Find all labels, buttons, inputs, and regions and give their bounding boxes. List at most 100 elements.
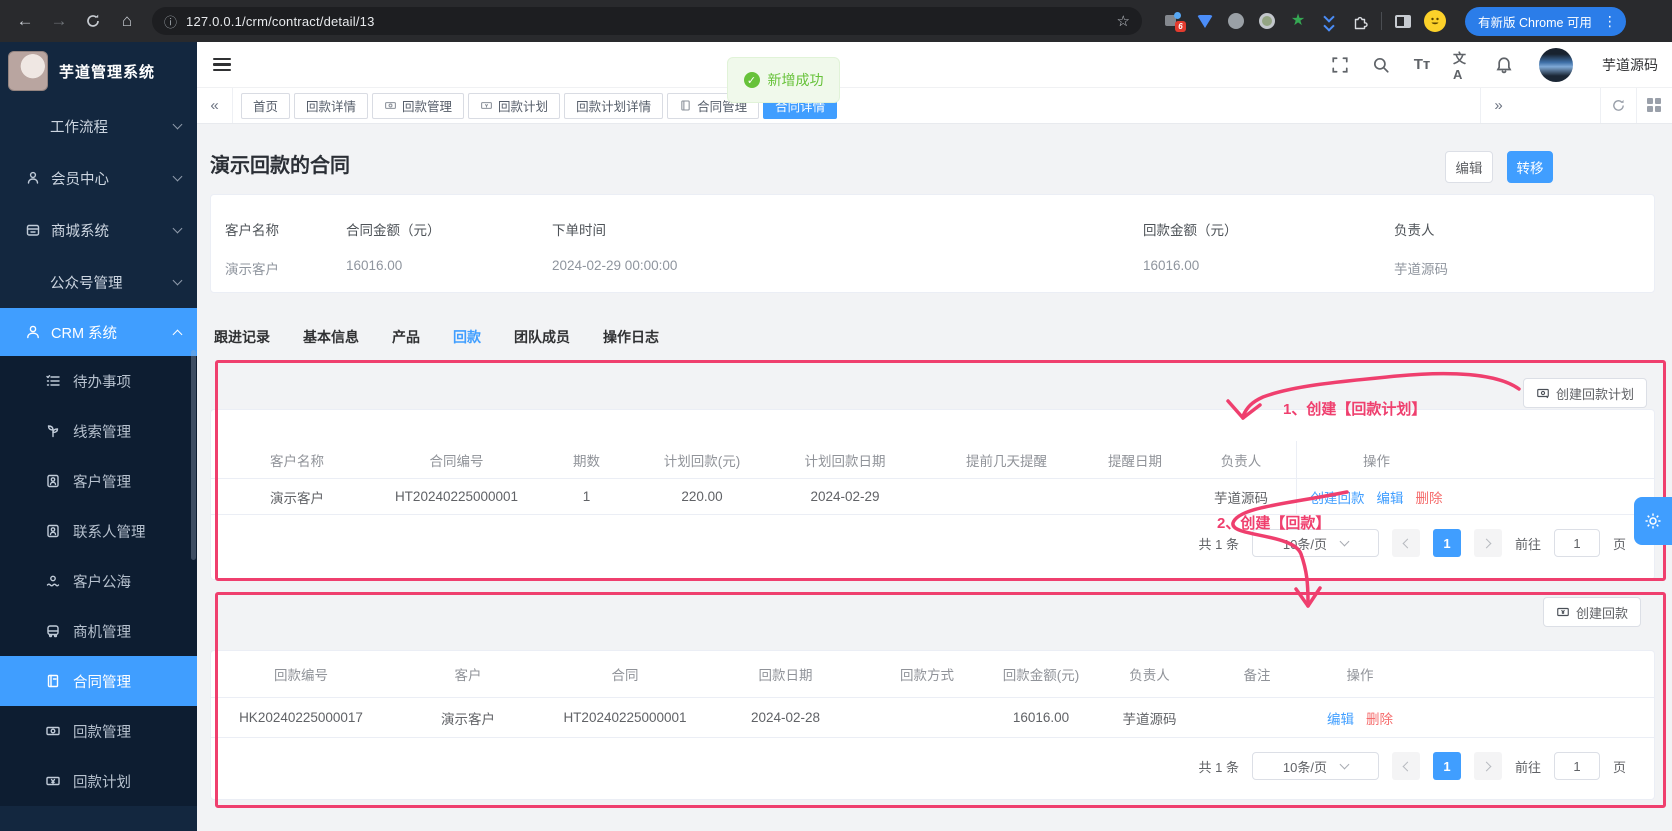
col-header-actions: 操作 <box>1309 664 1411 684</box>
search-icon[interactable] <box>1371 55 1391 75</box>
prev-page-button[interactable] <box>1392 529 1420 557</box>
chrome-update-button[interactable]: 有新版 Chrome 可用 ⋮ <box>1465 7 1626 36</box>
tab-follow-record[interactable]: 跟进记录 <box>214 327 270 353</box>
tab-receivable-plan[interactable]: 回款计划 <box>468 93 560 119</box>
browser-chrome: ← → ⌂ ⓘ 127.0.0.1/crm/contract/detail/13… <box>0 0 1672 42</box>
current-page-button[interactable]: 1 <box>1433 529 1461 557</box>
edit-link[interactable]: 编辑 <box>1327 708 1354 728</box>
sidebar-item-contract[interactable]: 合同管理 <box>0 656 197 706</box>
font-size-icon[interactable]: Tт <box>1412 55 1432 75</box>
browser-menu-icon[interactable]: ⋮ <box>1600 13 1620 30</box>
address-bar[interactable]: ⓘ 127.0.0.1/crm/contract/detail/13 ☆ <box>152 7 1142 35</box>
col-header: 回款编号 <box>211 664 391 684</box>
sidebar-item-business[interactable]: 商机管理 <box>0 606 197 656</box>
app-logo[interactable]: 芋道管理系统 <box>0 42 197 100</box>
sidebar-item-todo[interactable]: 待办事项 <box>0 356 197 406</box>
tab-product[interactable]: 产品 <box>392 327 420 353</box>
sidebar-item-crm-system[interactable]: CRM 系统 <box>0 308 197 356</box>
sidebar-item-mall-system[interactable]: 商城系统 <box>0 204 197 256</box>
delete-link[interactable]: 删除 <box>1416 487 1443 507</box>
next-page-button[interactable] <box>1474 752 1502 780</box>
extensions-puzzle-icon[interactable] <box>1350 11 1370 31</box>
col-header-actions: 操作 <box>1296 441 1456 478</box>
sidebar-item-clue[interactable]: 线索管理 <box>0 406 197 456</box>
extension-circle-icon[interactable] <box>1257 11 1277 31</box>
tab-basic-info[interactable]: 基本信息 <box>303 327 359 353</box>
language-icon[interactable]: 文A <box>1453 55 1473 75</box>
sidebar-scrollbar[interactable] <box>191 350 196 560</box>
tab-receivable-manage[interactable]: 回款管理 <box>372 93 464 119</box>
tab-receivable[interactable]: 回款 <box>453 327 481 353</box>
fullscreen-icon[interactable] <box>1330 55 1350 75</box>
tab-team-member[interactable]: 团队成员 <box>514 327 570 353</box>
browser-back-icon[interactable]: ← <box>10 6 40 36</box>
pool-icon <box>45 573 61 589</box>
tabs-menu-icon[interactable] <box>1636 88 1672 123</box>
browser-reload-icon[interactable] <box>78 6 108 36</box>
sidebar-item-member-center[interactable]: 会员中心 <box>0 152 197 204</box>
page-size-select[interactable]: 10条/页 <box>1252 752 1379 780</box>
sidebar-item-customer-pool[interactable]: 客户公海 <box>0 556 197 606</box>
chevron-down-icon <box>173 120 183 130</box>
extension-badge-icon[interactable]: 6 <box>1164 11 1184 31</box>
delete-link[interactable]: 删除 <box>1366 708 1393 728</box>
sidebar-item-official-account[interactable]: 公众号管理 <box>0 256 197 308</box>
tab-operation-log[interactable]: 操作日志 <box>603 327 659 353</box>
chevron-up-icon <box>173 329 183 339</box>
tab-receivable-detail[interactable]: 回款详情 <box>294 93 368 119</box>
sidebar-item-customer[interactable]: 客户管理 <box>0 456 197 506</box>
settings-gear-button[interactable] <box>1634 497 1672 545</box>
contract-info-card: 客户名称演示客户 合同金额（元）16016.00 下单时间2024-02-29 … <box>210 194 1655 293</box>
current-page-button[interactable]: 1 <box>1433 752 1461 780</box>
prev-page-button[interactable] <box>1392 752 1420 780</box>
extension-star-icon[interactable]: ★ <box>1288 11 1308 31</box>
page-size-select[interactable]: 10条/页 <box>1252 529 1379 557</box>
next-page-button[interactable] <box>1474 529 1502 557</box>
cell-plan-date: 2024-02-29 <box>761 489 929 504</box>
goto-page-input[interactable]: 1 <box>1554 529 1600 557</box>
col-header: 备注 <box>1205 664 1309 684</box>
col-header: 客户名称 <box>211 450 383 470</box>
extension-brain-icon[interactable] <box>1226 11 1246 31</box>
page-unit-label: 页 <box>1613 757 1626 776</box>
create-receivable-button[interactable]: 创建回款 <box>1543 597 1641 627</box>
edit-link[interactable]: 编辑 <box>1377 487 1404 507</box>
notification-bell-icon[interactable] <box>1494 55 1514 75</box>
sidebar-item-receivable[interactable]: 回款管理 <box>0 706 197 756</box>
tab-receivable-plan-detail[interactable]: 回款计划详情 <box>564 93 663 119</box>
sidebar-item-receivable-plan[interactable]: 回款计划 <box>0 756 197 806</box>
plan-pagination: 共 1 条 10条/页 1 前往 1 页 <box>211 529 1654 557</box>
tab-home[interactable]: 首页 <box>241 93 290 119</box>
goto-page-input[interactable]: 1 <box>1554 752 1600 780</box>
create-receivable-link[interactable]: 创建回款 <box>1311 487 1365 507</box>
pagination-total: 共 1 条 <box>1199 534 1239 553</box>
info-field-owner: 负责人芋道源码 <box>1394 219 1448 278</box>
detail-tabs: 跟进记录 基本信息 产品 回款 团队成员 操作日志 <box>214 327 659 353</box>
plan-table-header: 客户名称 合同编号 期数 计划回款(元) 计划回款日期 提前几天提醒 提醒日期 … <box>211 441 1654 479</box>
user-avatar[interactable] <box>1539 48 1573 82</box>
create-receivable-plan-button[interactable]: 创建回款计划 <box>1523 378 1647 408</box>
tabs-refresh-icon[interactable] <box>1600 88 1636 123</box>
url-text[interactable]: 127.0.0.1/crm/contract/detail/13 <box>186 14 1108 29</box>
extension-kite-icon[interactable] <box>1195 11 1215 31</box>
receivable-table-card: 回款编号 客户 合同 回款日期 回款方式 回款金额(元) 负责人 备注 操作 H… <box>210 650 1655 800</box>
extension-chevrons-icon[interactable] <box>1319 11 1339 31</box>
sidebar-item-workflow[interactable]: 工作流程 <box>0 100 197 152</box>
tabs-scroll-right-icon[interactable]: » <box>1480 88 1516 123</box>
site-info-icon[interactable]: ⓘ <box>164 12 177 31</box>
browser-home-icon[interactable]: ⌂ <box>112 6 142 36</box>
receivable-table-row: HK20240225000017 演示客户 HT20240225000001 2… <box>211 698 1654 738</box>
side-panel-icon[interactable] <box>1393 11 1413 31</box>
sidebar: 芋道管理系统 工作流程 会员中心 商城系统 公众号管理 CRM 系统 待办事项 <box>0 42 197 831</box>
money-icon <box>384 99 397 112</box>
transfer-button[interactable]: 转移 <box>1507 151 1553 183</box>
chrome-profile-avatar[interactable] <box>1424 10 1446 32</box>
user-name[interactable]: 芋道源码 <box>1602 55 1658 75</box>
sidebar-item-contact[interactable]: 联系人管理 <box>0 506 197 556</box>
contract-icon <box>45 673 61 689</box>
edit-button[interactable]: 编辑 <box>1445 151 1493 183</box>
collapse-menu-icon[interactable] <box>205 48 239 82</box>
browser-forward-icon[interactable]: → <box>44 6 74 36</box>
tabs-scroll-left-icon[interactable]: « <box>197 88 233 123</box>
bookmark-star-icon[interactable]: ☆ <box>1117 12 1130 30</box>
